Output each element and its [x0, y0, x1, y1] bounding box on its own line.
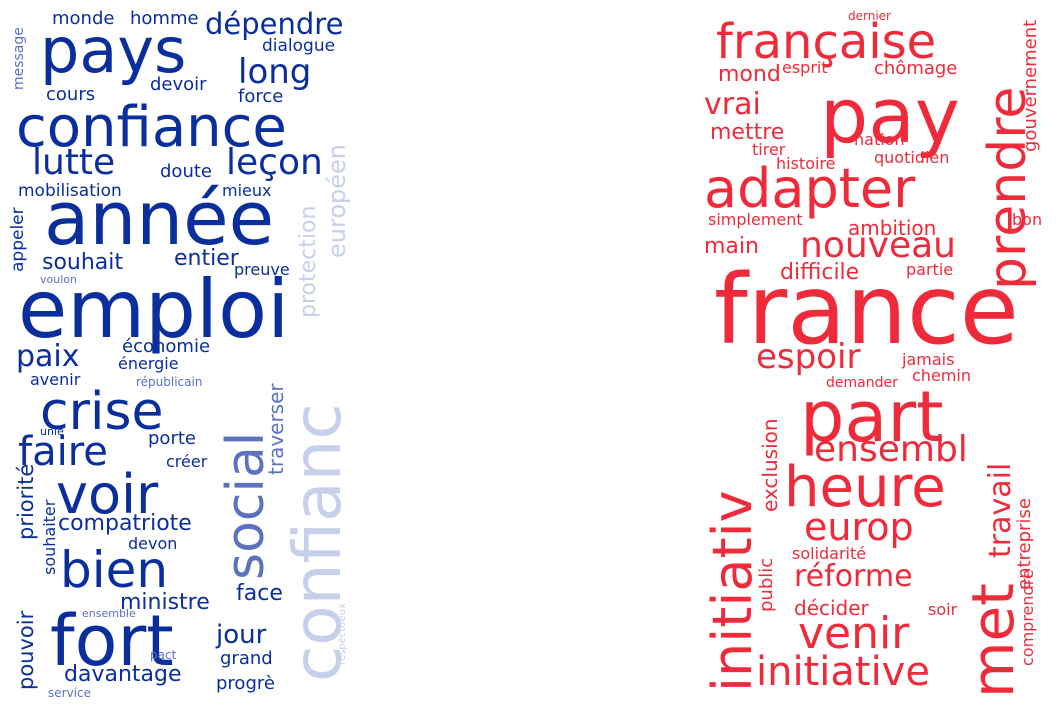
left-word: protection: [296, 205, 321, 318]
left-word: dépendre: [205, 7, 344, 41]
left-word: jour: [216, 620, 267, 650]
right-word: initiativ: [701, 490, 764, 692]
right-word: vrai: [704, 87, 761, 122]
right-word: simplement: [708, 210, 803, 229]
word-cloud-left: monde homme dépendre message pays dialogue lon…: [0, 0, 360, 713]
left-word: porte: [148, 428, 196, 449]
right-word: bon: [1012, 210, 1043, 229]
right-word: espoir: [756, 337, 861, 377]
left-word: long: [238, 52, 312, 92]
right-word: réforme: [794, 559, 913, 594]
right-word: soir: [928, 600, 958, 619]
right-word: public: [756, 557, 777, 612]
left-word: priorité: [14, 463, 38, 540]
left-word: respectueux: [337, 603, 348, 665]
left-word: message: [11, 27, 27, 90]
right-word: adapter: [704, 157, 916, 220]
right-word: travail: [983, 462, 1018, 558]
left-word: grand: [220, 648, 273, 669]
right-word: europ: [804, 505, 914, 549]
left-word: énergie: [118, 354, 179, 373]
right-word: initiative: [756, 649, 930, 695]
left-word: pouvoir: [14, 610, 38, 690]
right-word: mond: [718, 62, 781, 87]
left-word: européen: [323, 144, 351, 258]
left-word: progrè: [216, 673, 275, 694]
left-word: souhaiter: [40, 499, 59, 575]
right-word: nation: [854, 130, 905, 149]
right-word: met: [959, 583, 1027, 698]
left-word: devoir: [150, 74, 207, 95]
left-word: créer: [166, 452, 208, 471]
right-word: exclusion: [758, 418, 782, 512]
left-word: face: [236, 581, 283, 606]
left-word: paix: [16, 339, 80, 374]
left-word: bien: [60, 541, 169, 599]
left-word: année: [44, 176, 275, 262]
left-word: pact: [150, 648, 177, 662]
left-word: davantage: [64, 662, 182, 687]
left-word: pays: [40, 14, 187, 87]
right-word: comprendre: [1018, 569, 1037, 666]
word-cloud-right: dernier française esprit mond chômage pay gouv…: [700, 0, 1060, 713]
left-word: service: [48, 686, 91, 700]
left-word: compatriote: [58, 511, 192, 536]
